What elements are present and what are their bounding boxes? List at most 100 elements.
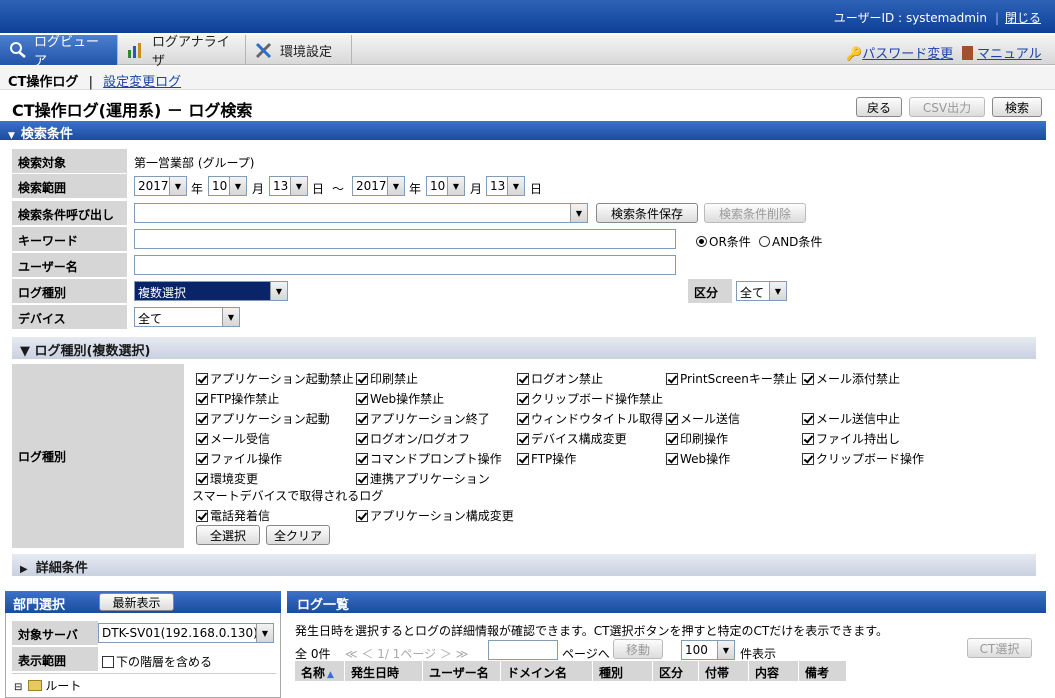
total-count: 全 0件 [295,647,331,661]
logtype-checkbox[interactable]: メール受信 [196,430,270,447]
log-list-info: 発生日時を選択するとログの詳細情報が確認できます。CT選択ボタンを押すと特定のC… [295,624,889,638]
device-row: デバイス 全て ▼ [12,305,1036,330]
target-label: 検索対象 [12,149,127,173]
delete-condition-button[interactable]: 検索条件削除 [704,203,806,223]
recall-row: 検索条件呼び出し ▼ 検索条件保存 検索条件削除 [12,201,1036,226]
logtype-checkbox[interactable]: 印刷操作 [666,430,728,447]
kubun-label: 区分 [688,279,732,303]
settings-change-log-link[interactable]: 設定変更ログ [103,75,181,90]
logtype-checkbox[interactable]: Web操作 [666,450,730,467]
logtype-checkbox[interactable]: PrintScreenキー禁止 [666,370,797,387]
logtype-checkbox[interactable]: ファイル持出し [802,430,900,447]
chevron-down-icon: ▼ [290,177,307,195]
save-condition-button[interactable]: 検索条件保存 [596,203,698,223]
logtype-checkbox[interactable]: メール送信中止 [802,410,900,427]
search-button[interactable]: 検索 [992,97,1042,117]
top-bar: ユーザーID : systemadmin | 閉じる [0,0,1055,33]
logtype-checkbox[interactable]: ウィンドウタイトル取得 [517,410,663,427]
manual-link[interactable]: マニュアル [962,43,1042,62]
user-name-label: ユーザー名 [12,253,127,277]
password-change-link[interactable]: 🔑パスワード変更 [846,43,953,62]
logtype-checkbox[interactable]: アプリケーション終了 [356,410,490,427]
search-conditions-header[interactable]: ▼ 検索条件 [0,121,1046,142]
ct-select-button[interactable]: CT選択 [967,638,1032,658]
logtype-checkbox[interactable]: クリップボード操作 [802,450,924,467]
logtype-checkbox[interactable]: 印刷禁止 [356,370,418,387]
column-header[interactable]: 付帯 [699,661,749,681]
tab-log-analyzer[interactable]: ログアナライザ [118,35,246,69]
chevron-down-icon: ▼ [387,177,404,195]
to-day-select[interactable]: 13 ▼ [486,176,525,196]
recall-select[interactable]: ▼ [134,203,588,223]
logtype-checkbox[interactable]: アプリケーション起動禁止 [196,370,354,387]
device-select[interactable]: 全て ▼ [134,307,240,327]
refresh-button[interactable]: 最新表示 [99,593,174,611]
range-display-label: 表示範囲 [12,647,98,671]
column-header[interactable]: 区分 [653,661,699,681]
to-month-select[interactable]: 10 ▼ [426,176,465,196]
from-year-select[interactable]: 2017 ▼ [134,176,187,196]
sort-icon: ▲ [327,670,334,680]
logtype-select[interactable]: 複数選択 ▼ [134,281,288,301]
column-header[interactable]: 発生日時 [345,661,423,681]
column-header[interactable]: 備考 [799,661,847,681]
close-link[interactable]: 閉じる [1005,11,1041,25]
logtype-section-header[interactable]: ▼ ログ種別(複数選択) [12,337,1036,359]
to-year-select[interactable]: 2017 ▼ [352,176,405,196]
logtype-checkbox[interactable]: メール添付禁止 [802,370,900,387]
logtype-checkbox[interactable]: コマンドプロンプト操作 [356,450,502,467]
column-header[interactable]: ユーザー名 [423,661,501,681]
pager[interactable]: ≪ ＜ 1/ 1ページ ＞ ≫ [345,645,468,662]
select-all-button[interactable]: 全選択 [196,525,260,545]
column-header[interactable]: 種別 [593,661,653,681]
target-value: 第一営業部 (グループ) [134,156,255,170]
logtype-checkbox[interactable]: クリップボード操作禁止 [517,390,663,407]
chevron-down-icon: ▼ [222,308,239,326]
column-header[interactable]: 内容 [749,661,799,681]
user-name-input[interactable] [134,255,676,275]
keyword-input[interactable] [134,229,676,249]
smart-logtype-checkbox[interactable]: 電話発着信 [196,507,270,524]
chevron-down-icon: ▼ [769,282,786,300]
range-row: 検索範囲 2017 ▼ 年 10 ▼ 月 13 ▼ 日 ～ 2017 ▼ 年 10 ▼ 月… [12,174,1036,199]
logtype-checkbox[interactable]: FTP操作 [517,450,576,467]
and-radio[interactable]: AND条件 [759,233,822,250]
clear-all-button[interactable]: 全クリア [266,525,330,545]
logtype-checkbox[interactable]: 連携アプリケーション [356,470,490,487]
logtype-row: ログ種別 複数選択 ▼ 区分 全て ▼ [12,279,1036,304]
from-day-select[interactable]: 13 ▼ [269,176,308,196]
include-lower-checkbox[interactable]: 下の階層を含める [102,653,212,670]
tree-root[interactable]: ⊟ ルート [14,677,81,694]
column-header[interactable]: ドメイン名 [501,661,593,681]
page-input[interactable] [488,640,558,660]
chevron-down-icon: ▼ [570,204,587,222]
csv-export-button[interactable]: CSV出力 [909,97,985,117]
logtype-checkbox[interactable]: デバイス構成変更 [517,430,627,447]
smart-logtype-checkbox[interactable]: アプリケーション構成変更 [356,507,514,524]
per-page-select[interactable]: 100 ▼ [681,640,735,660]
kubun-select[interactable]: 全て ▼ [736,281,787,301]
column-header[interactable]: 名称 ▲ [295,661,345,681]
folder-icon [28,680,43,691]
tab-environment[interactable]: 環境設定 [246,35,352,65]
tree-collapse-icon: ⊟ [14,682,23,693]
logtype-checkbox[interactable]: ログオン/ログオフ [356,430,470,447]
tab-log-viewer[interactable]: ログビューア [0,35,118,69]
logtype-checkbox[interactable]: メール送信 [666,410,740,427]
smart-device-title: スマートデバイスで取得されるログ [192,489,384,503]
or-radio[interactable]: OR条件 [696,233,751,250]
chevron-down-icon: ▼ [256,624,273,642]
back-button[interactable]: 戻る [856,97,902,117]
logtype-label: ログ種別 [12,279,127,303]
target-row: 検索対象 第一営業部 (グループ) [12,149,1036,174]
logtype-checkbox[interactable]: FTP操作禁止 [196,390,279,407]
server-select[interactable]: DTK-SV01(192.168.0.130) ▼ [98,623,274,643]
logtype-checkbox[interactable]: ログオン禁止 [517,370,603,387]
logtype-checkbox[interactable]: Web操作禁止 [356,390,444,407]
detail-conditions-header[interactable]: ▶ 詳細条件 [12,554,1036,576]
from-month-select[interactable]: 10 ▼ [208,176,247,196]
logtype-checkbox[interactable]: 環境変更 [196,470,258,487]
logtype-checkbox[interactable]: ファイル操作 [196,450,282,467]
move-button[interactable]: 移動 [613,639,663,659]
logtype-checkbox[interactable]: アプリケーション起動 [196,410,330,427]
